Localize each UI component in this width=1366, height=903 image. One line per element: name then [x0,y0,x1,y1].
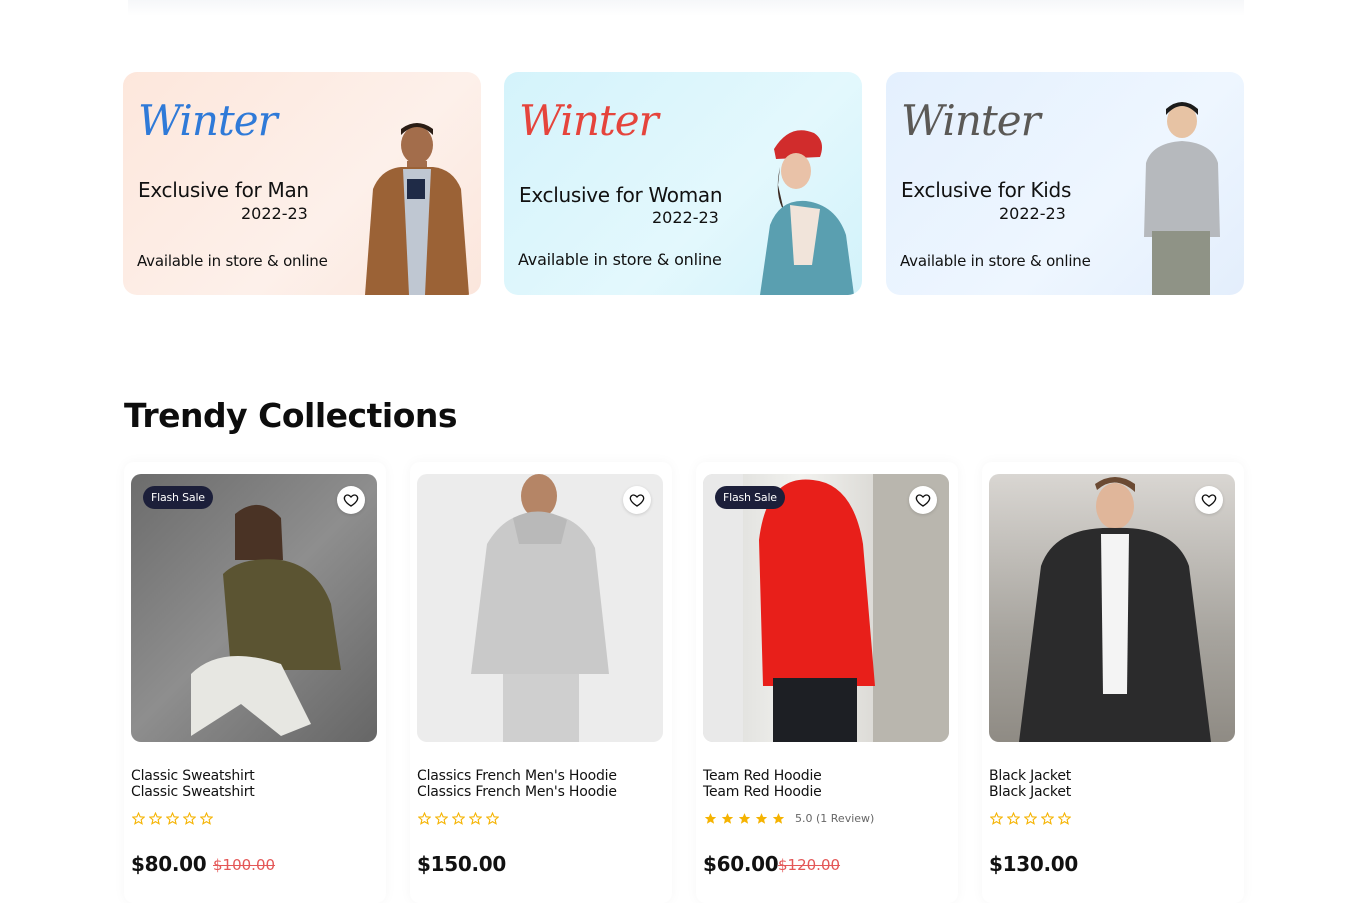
product-old-price: $100.00 [213,856,276,874]
banner-availability: Available in store & online [900,252,1091,270]
product-name[interactable]: Classic Sweatshirt [131,768,255,784]
star-icon [1058,812,1071,825]
star-icon [1024,812,1037,825]
banner-man[interactable]: Winter Exclusive for Man 2022-23 Availab… [123,72,481,295]
star-icon [200,812,213,825]
wishlist-heart-icon[interactable] [623,486,651,514]
product-old-price: $120.00 [778,856,841,874]
star-icon [772,813,785,824]
star-icon [183,812,196,825]
star-icon [149,812,162,825]
star-icon [435,812,448,825]
star-icon [486,812,499,825]
product-image[interactable]: Flash Sale [131,474,377,742]
rating-stars [132,812,213,825]
product-image[interactable] [989,474,1235,742]
star-icon [166,812,179,825]
banner-title: Exclusive for Kids [901,178,1072,202]
banner-year: 2022-23 [241,204,308,223]
banner-script-title: Winter [901,96,1041,145]
banner-availability: Available in store & online [137,252,328,270]
star-icon [132,812,145,825]
product-name-secondary: Team Red Hoodie [703,784,822,800]
flash-sale-badge: Flash Sale [715,486,785,509]
product-name-secondary: Classics French Men's Hoodie [417,784,617,800]
review-count[interactable]: 5.0 (1 Review) [795,812,874,825]
star-icon [738,813,751,824]
product-image[interactable] [417,474,663,742]
star-icon [721,813,734,824]
product-name[interactable]: Team Red Hoodie [703,768,822,784]
star-icon [704,813,717,824]
kid-photo [1138,99,1224,295]
product-image[interactable]: Flash Sale [703,474,949,742]
wishlist-heart-icon[interactable] [1195,486,1223,514]
product-card[interactable]: Flash Sale Team Red Hoodie Team Red Hood… [696,462,958,903]
section-title: Trendy Collections [124,396,458,435]
rating-stars: 5.0 (1 Review) [704,812,874,825]
rating-stars [418,812,499,825]
woman-photo [750,125,862,295]
wishlist-heart-icon[interactable] [337,486,365,514]
banner-title: Exclusive for Woman [519,183,723,207]
product-price: $150.00 [417,852,506,876]
top-strip [128,0,1244,16]
product-name[interactable]: Black Jacket [989,768,1071,784]
wishlist-heart-icon[interactable] [909,486,937,514]
flash-sale-badge: Flash Sale [143,486,213,509]
product-name[interactable]: Classics French Men's Hoodie [417,768,617,784]
rating-stars [990,812,1071,825]
banner-year: 2022-23 [999,204,1066,223]
product-price: $60.00 [703,852,779,876]
man-photo [361,119,473,295]
star-icon [452,812,465,825]
banner-woman[interactable]: Winter Exclusive for Woman 2022-23 Avail… [504,72,862,295]
banner-title: Exclusive for Man [138,178,309,202]
product-name-secondary: Black Jacket [989,784,1072,800]
product-grid: Flash Sale Classic Sweatshirt Classic Sw… [124,462,1244,903]
star-icon [469,812,482,825]
product-card[interactable]: Flash Sale Classic Sweatshirt Classic Sw… [124,462,386,903]
star-icon [755,813,768,824]
promo-banners: Winter Exclusive for Man 2022-23 Availab… [123,72,1244,295]
star-icon [990,812,1003,825]
product-price: $130.00 [989,852,1078,876]
product-price: $80.00 [131,852,207,876]
banner-kids[interactable]: Winter Exclusive for Kids 2022-23 Availa… [886,72,1244,295]
product-name-secondary: Classic Sweatshirt [131,784,255,800]
banner-year: 2022-23 [652,208,719,227]
star-icon [418,812,431,825]
banner-script-title: Winter [138,96,278,145]
banner-script-title: Winter [519,96,659,145]
banner-availability: Available in store & online [518,250,722,269]
product-card[interactable]: Black Jacket Black Jacket $130.00 [982,462,1244,903]
star-icon [1007,812,1020,825]
product-card[interactable]: Classics French Men's Hoodie Classics Fr… [410,462,672,903]
star-icon [1041,812,1054,825]
